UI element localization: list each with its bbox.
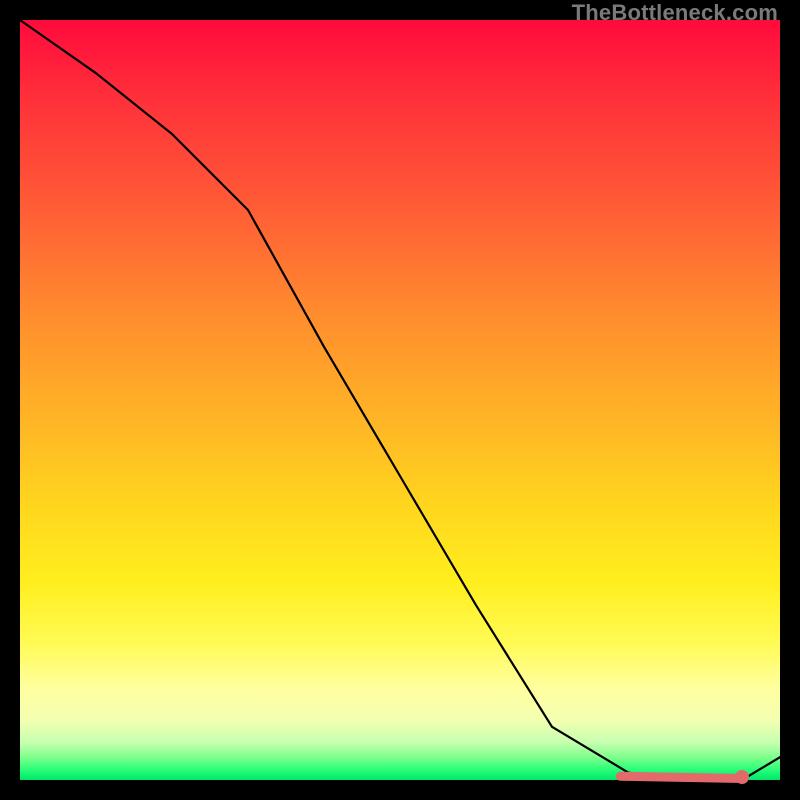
chart-overlay (20, 20, 780, 780)
chart-frame: TheBottleneck.com (0, 0, 800, 800)
bottleneck-curve (20, 20, 780, 780)
curve-endpoint-dot (735, 770, 749, 784)
